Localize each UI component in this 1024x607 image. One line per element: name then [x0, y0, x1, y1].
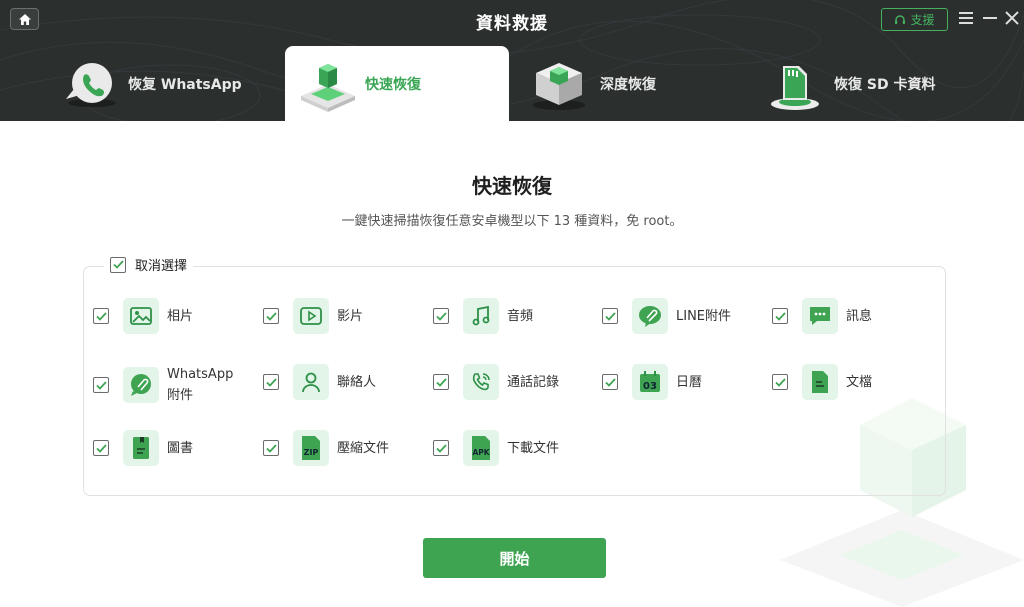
item-label: 聯絡人	[337, 374, 377, 390]
checkmark-icon	[265, 377, 277, 387]
photo-icon	[123, 298, 159, 334]
whatsapp-phone-icon	[66, 62, 116, 107]
item-checkbox[interactable]	[93, 377, 109, 393]
item-checkbox[interactable]	[263, 308, 279, 324]
checkmark-icon	[265, 443, 277, 453]
item-checkbox[interactable]	[772, 308, 788, 324]
checkmark-icon	[95, 443, 107, 453]
item-line-attachments[interactable]: LINE附件	[602, 298, 754, 334]
item-checkbox[interactable]	[93, 308, 109, 324]
checkmark-icon	[774, 377, 786, 387]
tab-recover-whatsapp[interactable]: 恢复 WhatsApp	[62, 46, 272, 121]
item-calendar[interactable]: 03 日曆	[602, 364, 754, 400]
item-downloads[interactable]: APK 下載文件	[433, 430, 585, 466]
headset-icon	[895, 14, 906, 24]
book-icon	[123, 430, 159, 466]
checkmark-icon	[265, 311, 277, 321]
checkmark-icon	[604, 377, 616, 387]
page-title: 快速恢復	[472, 174, 552, 198]
quick-recovery-cube-icon	[301, 63, 355, 112]
item-compressed-files[interactable]: ZIP 壓縮文件	[263, 430, 415, 466]
item-checkbox[interactable]	[433, 308, 449, 324]
item-videos[interactable]: 影片	[263, 298, 415, 334]
close-icon[interactable]	[1003, 9, 1021, 27]
svg-text:APK: APK	[472, 448, 490, 457]
item-messages[interactable]: 訊息	[772, 298, 924, 334]
page-subtitle: 一鍵快速掃描恢復任意安卓機型以下 13 種資料，免 root。	[341, 214, 683, 229]
item-label: 壓縮文件	[337, 440, 390, 456]
item-photos[interactable]: 相片	[93, 298, 245, 334]
checkmark-icon	[95, 311, 107, 321]
item-label: 相片	[167, 308, 194, 324]
item-checkbox[interactable]	[433, 440, 449, 456]
video-icon	[293, 298, 329, 334]
item-label: 影片	[337, 308, 364, 324]
item-label: WhatsApp附件	[167, 367, 234, 403]
item-checkbox[interactable]	[772, 374, 788, 390]
checkmark-icon	[435, 311, 447, 321]
svg-text:ZIP: ZIP	[304, 448, 319, 457]
calendar-icon: 03	[632, 364, 668, 400]
item-label: 音頻	[507, 308, 534, 324]
item-label: LINE附件	[676, 308, 732, 324]
tab-label: 快速恢復	[365, 76, 421, 93]
whatsapp-attachment-icon	[123, 367, 159, 403]
item-books[interactable]: 圖書	[93, 430, 245, 466]
contact-icon	[293, 364, 329, 400]
tab-label: 恢复 WhatsApp	[128, 76, 242, 93]
minimize-icon[interactable]	[981, 9, 999, 27]
start-button[interactable]: 開始	[423, 538, 606, 578]
item-checkbox[interactable]	[433, 374, 449, 390]
item-checkbox[interactable]	[602, 308, 618, 324]
item-checkbox[interactable]	[263, 374, 279, 390]
line-attachment-icon	[632, 298, 668, 334]
menu-icon[interactable]	[957, 9, 975, 27]
tab-label: 深度恢復	[600, 76, 656, 93]
checkmark-icon	[95, 380, 107, 390]
checkmark-icon	[774, 311, 786, 321]
sd-card-icon	[771, 65, 819, 110]
tab-quick-recovery[interactable]: 快速恢復	[285, 46, 509, 121]
item-contacts[interactable]: 聯絡人	[263, 364, 415, 400]
deselect-all-checkbox[interactable]	[110, 256, 126, 273]
document-icon	[802, 364, 838, 400]
zip-icon: ZIP	[293, 430, 329, 466]
header-bar: 資料救援 支援 恢复 WhatsApp 快速恢復 深度恢復 恢復 SD 卡資料	[0, 0, 1024, 121]
item-label: 下載文件	[507, 440, 560, 456]
checkmark-icon	[112, 260, 124, 269]
deselect-all-label: 取消選擇	[135, 259, 188, 274]
deep-recovery-box-icon	[533, 62, 585, 110]
music-icon	[463, 298, 499, 334]
tab-label: 恢復 SD 卡資料	[834, 76, 936, 93]
item-documents[interactable]: 文檔	[772, 364, 924, 400]
item-label: 通話記錄	[507, 374, 560, 390]
support-label: 支援	[910, 13, 935, 27]
item-checkbox[interactable]	[602, 374, 618, 390]
item-label: 圖書	[167, 440, 194, 456]
item-label: 文檔	[846, 374, 873, 390]
item-label: 日曆	[676, 374, 703, 390]
checkmark-icon	[604, 311, 616, 321]
item-checkbox[interactable]	[263, 440, 279, 456]
item-label: 訊息	[846, 308, 873, 324]
svg-text:03: 03	[643, 381, 657, 392]
checkmark-icon	[435, 377, 447, 387]
message-icon	[802, 298, 838, 334]
app-title: 資料救援	[476, 14, 548, 34]
deselect-all-toggle[interactable]: 取消選擇	[104, 255, 194, 274]
call-log-icon	[463, 364, 499, 400]
tab-deep-recovery[interactable]: 深度恢復	[530, 46, 750, 121]
tab-recover-sd-card[interactable]: 恢復 SD 卡資料	[768, 46, 998, 121]
item-call-logs[interactable]: 通話記錄	[433, 364, 585, 400]
item-checkbox[interactable]	[93, 440, 109, 456]
apk-icon: APK	[463, 430, 499, 466]
checkmark-icon	[435, 443, 447, 453]
item-audio[interactable]: 音頻	[433, 298, 585, 334]
item-whatsapp-attachments[interactable]: WhatsApp附件	[93, 364, 245, 406]
support-button[interactable]: 支援	[881, 8, 948, 31]
